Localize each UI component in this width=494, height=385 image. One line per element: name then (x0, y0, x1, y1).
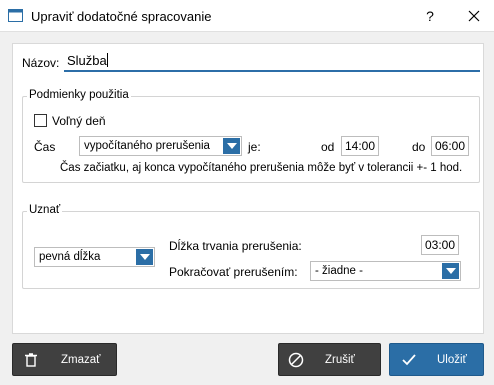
continue-value: - žiadne - (315, 265, 363, 277)
name-input[interactable]: Služba (64, 50, 480, 72)
duration-value: 03:00 (424, 238, 456, 252)
recognize-mode-select[interactable]: pevná dĺžka (34, 247, 155, 267)
save-button-label: Uložiť (437, 354, 467, 366)
recognize-group-title: Uznať (27, 204, 63, 216)
delete-button[interactable]: Zmazať (12, 343, 117, 376)
conditions-group-title: Podmienky použitia (27, 89, 131, 101)
form-panel: Názov: Služba Podmienky použitia Voľný d… (12, 43, 484, 334)
text-caret (106, 53, 108, 67)
help-button-label: ? (426, 8, 434, 24)
to-time-input[interactable]: 06:00 (431, 136, 469, 156)
save-button[interactable]: Uložiť (389, 343, 484, 376)
tolerance-note: Čas začiatku, aj konca vypočítaného prer… (60, 162, 463, 174)
duration-input[interactable]: 03:00 (421, 235, 459, 255)
recognize-group: Uznať pevná dĺžka Dĺžka trvania prerušen… (22, 204, 480, 289)
close-icon (468, 10, 480, 22)
cancel-button[interactable]: Zrušiť (278, 343, 381, 376)
trash-icon (25, 353, 37, 367)
delete-button-label: Zmazať (61, 354, 101, 366)
help-button[interactable]: ? (410, 1, 450, 31)
to-label: do (412, 140, 426, 154)
free-day-checkbox[interactable] (34, 114, 47, 127)
from-label: od (321, 140, 335, 154)
chevron-down-icon[interactable] (223, 138, 240, 154)
free-day-label: Voľný deň (52, 114, 106, 128)
is-label: je: (248, 140, 261, 154)
conditions-group: Podmienky použitia Voľný deň Čas vypočít… (22, 89, 480, 183)
window-title: Upraviť dodatočné spracovanie (31, 9, 212, 24)
to-time-value: 06:00 (434, 139, 466, 153)
name-input-value: Služba (67, 53, 107, 68)
close-button[interactable] (454, 1, 494, 31)
time-label: Čas (34, 140, 56, 154)
time-type-select[interactable]: vypočítaného prerušenia (79, 136, 242, 156)
chevron-down-icon[interactable] (136, 249, 153, 265)
continue-label: Pokračovať prerušením: (169, 265, 298, 279)
window-app-icon (8, 9, 23, 22)
from-time-value: 14:00 (344, 139, 376, 153)
time-type-value: vypočítaného prerušenia (84, 140, 210, 152)
chevron-down-icon[interactable] (442, 263, 459, 279)
cancel-button-label: Zrušiť (325, 354, 355, 366)
title-bar: Upraviť dodatočné spracovanie ? (0, 0, 494, 32)
from-time-input[interactable]: 14:00 (341, 136, 379, 156)
recognize-mode-value: pevná dĺžka (39, 251, 101, 263)
duration-label: Dĺžka trvania prerušenia: (169, 239, 302, 253)
name-label: Názov: (22, 56, 60, 70)
cancel-icon (288, 352, 304, 368)
continue-select[interactable]: - žiadne - (310, 261, 461, 281)
checkmark-icon (402, 354, 416, 366)
